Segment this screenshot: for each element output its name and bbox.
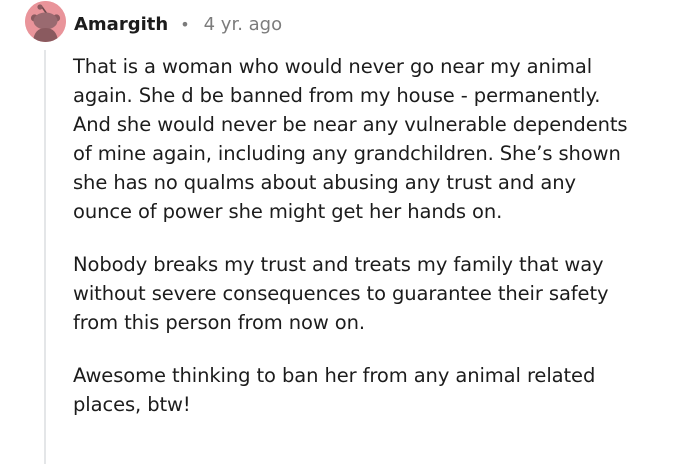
- snoo-avatar-icon: [25, 1, 66, 42]
- comment-line: from this person from now on.: [73, 311, 365, 334]
- meta-separator: •: [180, 14, 190, 34]
- user-avatar[interactable]: [25, 1, 66, 42]
- comment-line: again. She d be banned from my house - p…: [73, 84, 601, 107]
- comment-line: without severe consequences to guarantee…: [73, 282, 609, 305]
- comment-line: That is a woman who would never go near …: [73, 55, 593, 78]
- comment-line: Nobody breaks my trust and treats my fam…: [73, 253, 604, 276]
- comment-header: Amargith • 4 yr. ago: [74, 10, 282, 38]
- comment-line: places, btw!: [73, 393, 191, 416]
- comment-line: Awesome thinking to ban her from any ani…: [73, 364, 596, 387]
- username-link[interactable]: Amargith: [74, 14, 168, 35]
- comment-line: ounce of power she might get her hands o…: [73, 200, 503, 223]
- comment-line: And she would never be near any vulnerab…: [73, 113, 628, 136]
- comment-paragraph: Awesome thinking to ban her from any ani…: [73, 361, 693, 419]
- comment-body: That is a woman who would never go near …: [73, 52, 693, 443]
- comment-line: of mine again, including any grandchildr…: [73, 142, 621, 165]
- thread-line[interactable]: [44, 50, 46, 464]
- comment-timestamp[interactable]: 4 yr. ago: [204, 14, 283, 35]
- comment-line: she has no qualms about abusing any trus…: [73, 171, 576, 194]
- comment-paragraph: That is a woman who would never go near …: [73, 52, 693, 226]
- comment-paragraph: Nobody breaks my trust and treats my fam…: [73, 250, 693, 337]
